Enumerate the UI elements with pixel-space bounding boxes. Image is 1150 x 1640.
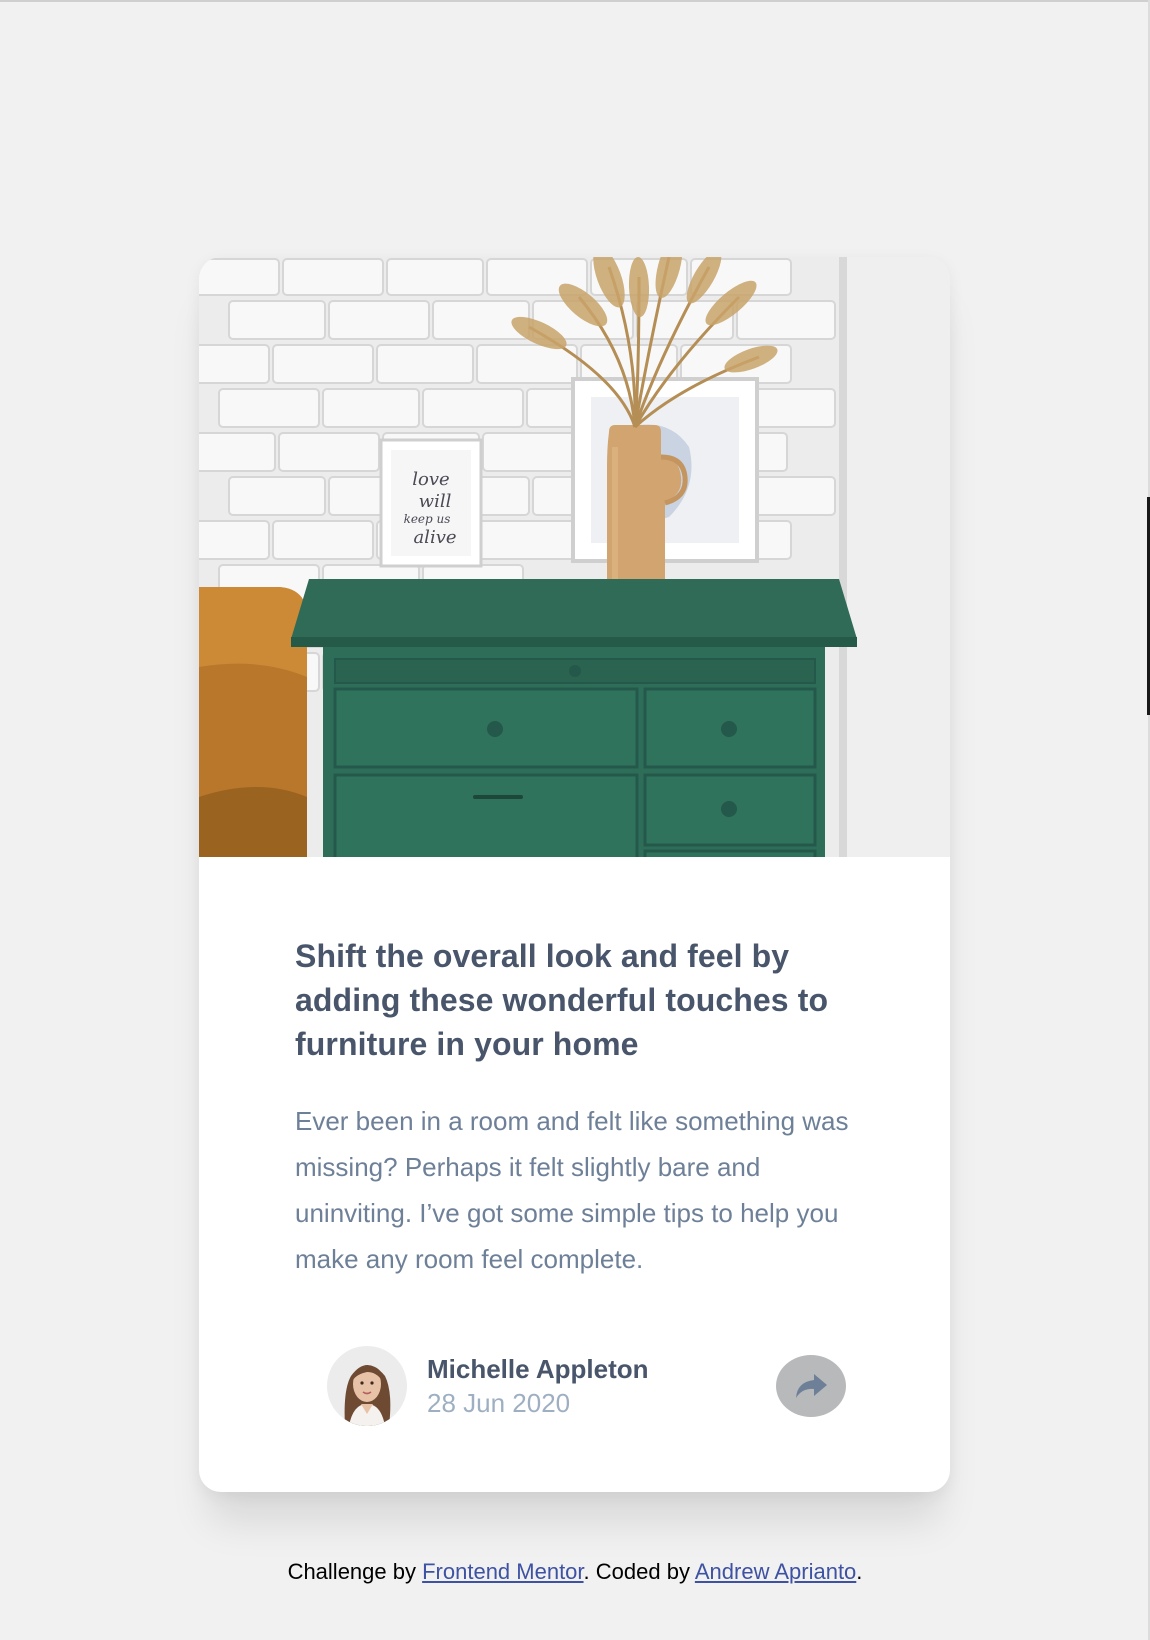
footer-suffix: . <box>856 1559 863 1584</box>
attribution-footer: Challenge by Frontend Mentor. Coded by A… <box>0 1558 1150 1586</box>
author-meta: Michelle Appleton 28 Jun 2020 <box>427 1352 649 1420</box>
author-avatar <box>327 1346 407 1426</box>
frame-text-1: love <box>412 469 449 490</box>
window-top-border <box>0 0 1150 2</box>
share-icon <box>796 1374 827 1398</box>
footer-middle: . Coded by <box>583 1559 695 1584</box>
footer-prefix: Challenge by <box>287 1559 423 1584</box>
publish-date: 28 Jun 2020 <box>427 1388 571 1418</box>
frontend-mentor-link[interactable]: Frontend Mentor <box>422 1559 583 1584</box>
frame-text-3: keep us <box>404 512 451 526</box>
author-name: Michelle Appleton <box>427 1354 649 1384</box>
article-description: Ever been in a room and felt like someth… <box>295 1106 849 1274</box>
frame-text-2: will <box>419 491 452 512</box>
share-button[interactable] <box>776 1355 846 1417</box>
article-card: love will keep us alive Shift the overal… <box>199 257 950 1492</box>
article-title: Shift the overall look and feel by addin… <box>295 938 829 1062</box>
author-link[interactable]: Andrew Aprianto <box>695 1559 856 1584</box>
frame-text-4: alive <box>413 527 456 548</box>
author-info: Michelle Appleton 28 Jun 2020 <box>327 1346 649 1426</box>
article-image: love will keep us alive <box>199 257 950 857</box>
